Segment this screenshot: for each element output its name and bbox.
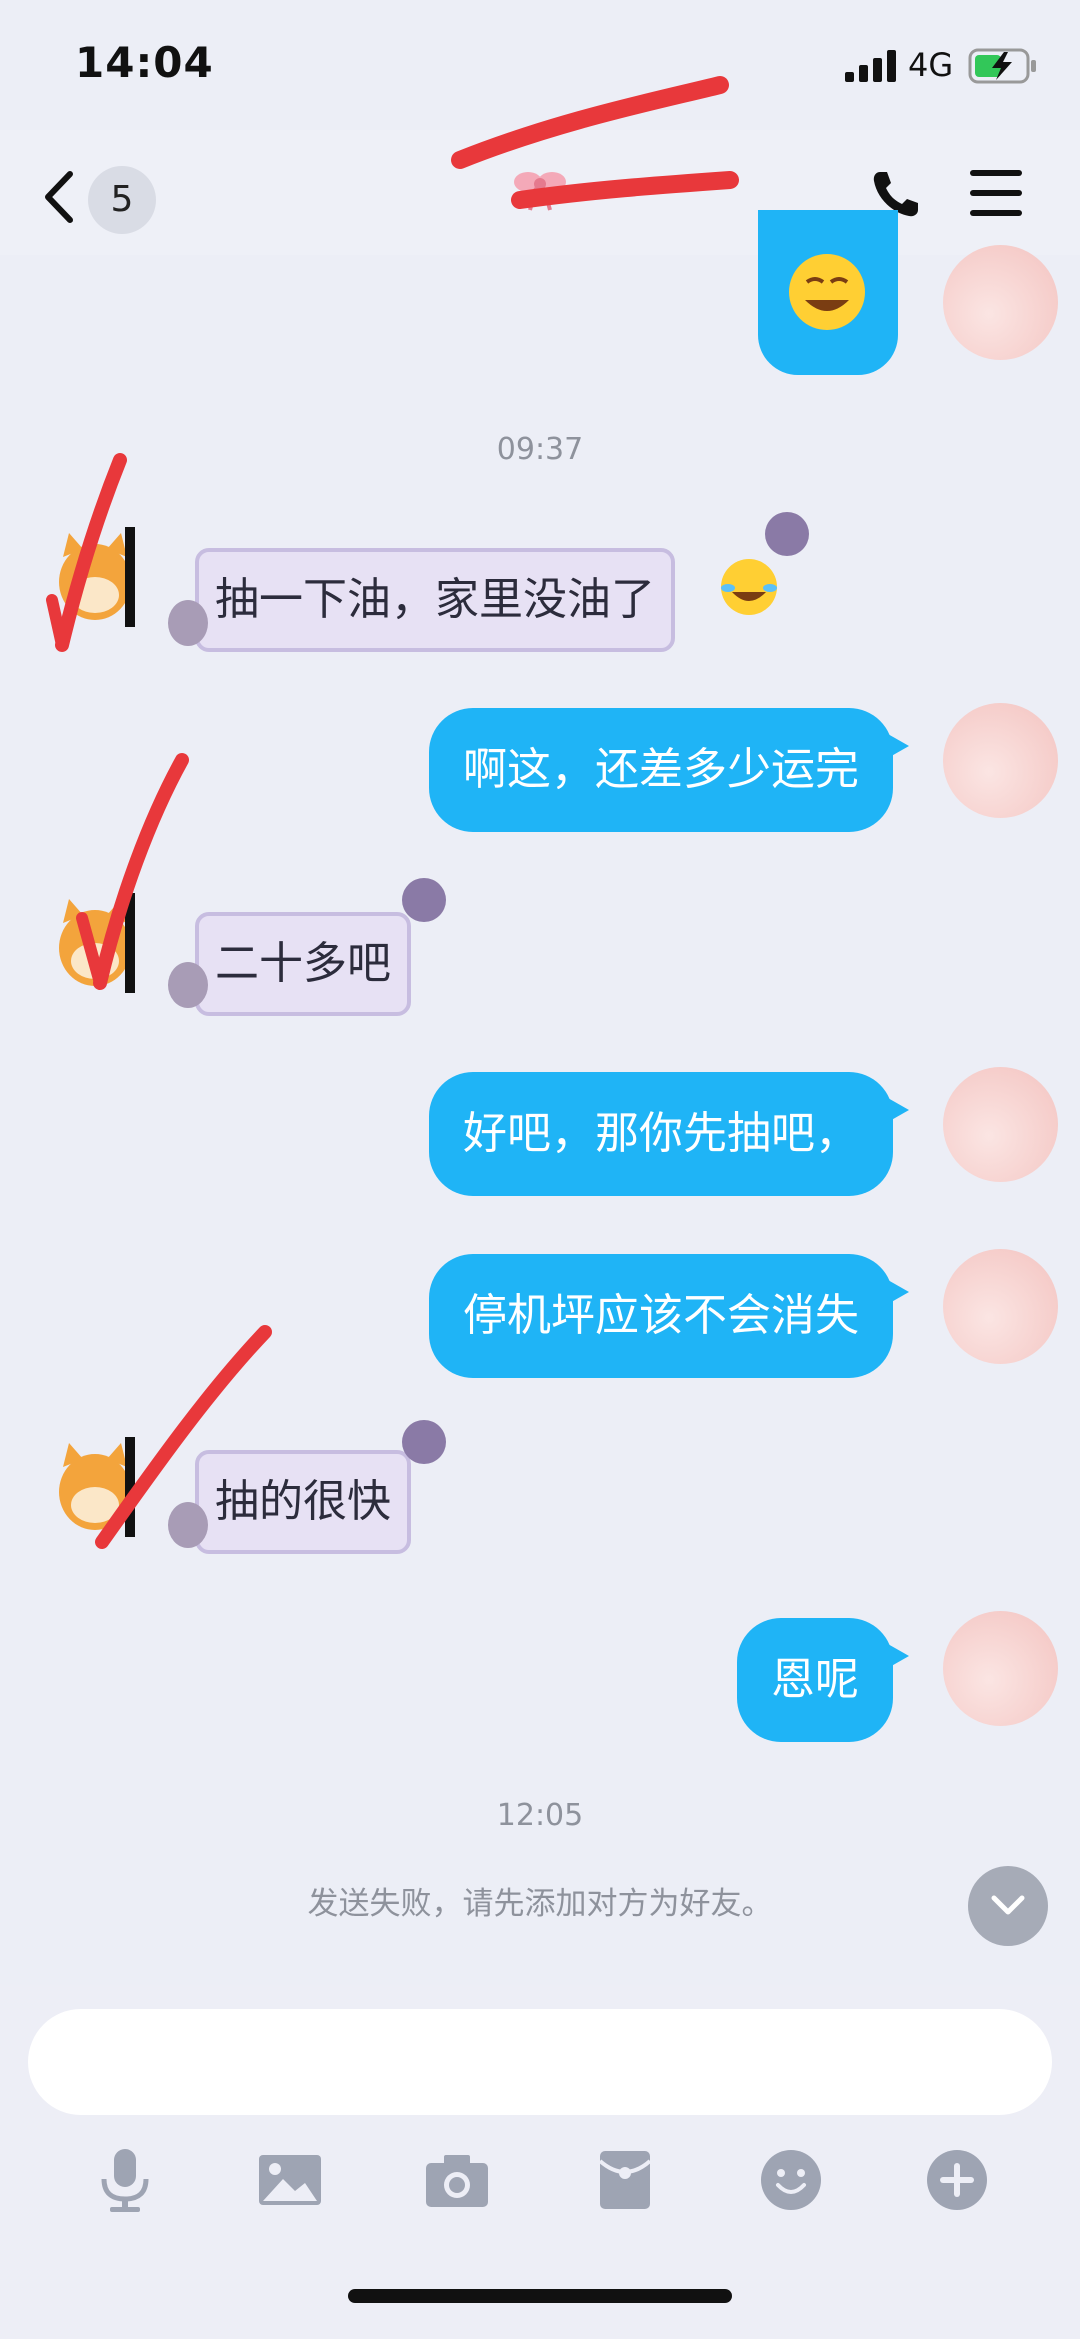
send-failed-notice: 发送失败，请先添加对方为好友。 xyxy=(307,1886,773,1922)
unread-count-badge: 5 xyxy=(88,166,156,234)
chevron-down-icon xyxy=(991,1895,1025,1915)
image-icon[interactable] xyxy=(255,2145,325,2215)
menu-icon[interactable] xyxy=(970,170,1022,216)
outgoing-message-bubble[interactable]: 好吧，那你先抽吧， xyxy=(429,1072,909,1196)
signal-icon xyxy=(845,50,896,82)
outgoing-message-bubble[interactable]: 恩呢 xyxy=(737,1618,909,1742)
incoming-message-bubble[interactable]: 抽的很快 xyxy=(195,1450,411,1554)
cat-avatar-icon xyxy=(59,527,135,627)
contact-avatar[interactable] xyxy=(55,893,135,993)
bubble-decoration-sticker xyxy=(402,1420,446,1464)
microphone-icon[interactable] xyxy=(90,2145,160,2215)
contact-avatar[interactable] xyxy=(55,527,135,627)
plus-icon[interactable] xyxy=(922,2145,992,2215)
emoji-icon[interactable] xyxy=(756,2145,826,2215)
bubble-decoration-sticker xyxy=(168,962,208,1008)
battery-charging-icon xyxy=(968,48,1036,84)
bubble-decoration-sticker xyxy=(402,878,446,922)
my-avatar[interactable] xyxy=(943,703,1058,818)
crying-laughing-emoji-icon xyxy=(721,559,777,615)
chat-header: 5 xyxy=(0,130,1080,255)
status-bar: 14:04 4G xyxy=(0,0,1080,130)
cat-avatar-icon xyxy=(59,1437,135,1537)
contact-avatar[interactable] xyxy=(55,1437,135,1537)
outgoing-message-bubble[interactable]: 停机坪应该不会消失 xyxy=(429,1254,909,1378)
incoming-message-bubble[interactable]: 抽一下油，家里没油了 xyxy=(195,548,675,652)
bow-icon xyxy=(514,172,566,211)
my-avatar[interactable] xyxy=(943,1249,1058,1364)
composer xyxy=(0,1985,1080,2339)
back-button[interactable]: 5 xyxy=(40,162,160,234)
cat-avatar-icon xyxy=(59,893,135,993)
network-type: 4G xyxy=(908,46,954,84)
bubble-decoration-sticker xyxy=(168,1502,208,1548)
status-time: 14:04 xyxy=(75,38,214,87)
outgoing-message-bubble[interactable]: 啊这，还差多少运完 xyxy=(429,708,909,832)
my-avatar[interactable] xyxy=(943,1067,1058,1182)
message-timestamp: 12:05 xyxy=(496,1798,584,1833)
incoming-message-bubble[interactable]: 二十多吧 xyxy=(195,912,411,1016)
message-input[interactable] xyxy=(28,2009,1052,2115)
my-avatar[interactable] xyxy=(943,1611,1058,1726)
chevron-left-icon xyxy=(45,171,73,223)
camera-icon[interactable] xyxy=(422,2145,492,2215)
home-indicator xyxy=(348,2289,732,2303)
bubble-decoration-sticker xyxy=(765,512,809,556)
laughing-emoji-icon xyxy=(789,254,865,330)
scroll-to-bottom-button[interactable] xyxy=(968,1866,1048,1946)
my-avatar[interactable] xyxy=(943,245,1058,360)
bubble-decoration-sticker xyxy=(168,600,208,646)
message-timestamp: 09:37 xyxy=(496,432,584,467)
red-packet-icon[interactable] xyxy=(590,2145,660,2215)
